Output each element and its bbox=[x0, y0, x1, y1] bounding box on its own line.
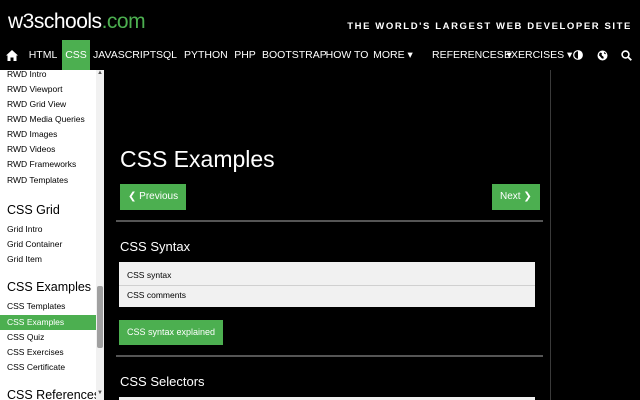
nav-php[interactable]: PHP bbox=[232, 40, 258, 70]
home-icon[interactable] bbox=[0, 40, 24, 70]
nav-css[interactable]: CSS bbox=[62, 40, 90, 70]
site-tagline: THE WORLD'S LARGEST WEB DEVELOPER SITE bbox=[347, 21, 632, 32]
sidebar-item-label: CSS Examples bbox=[7, 317, 65, 327]
nav-javascript[interactable]: JAVASCRIPT bbox=[93, 40, 156, 70]
next-button[interactable]: Next ❯ bbox=[492, 184, 540, 210]
main-content: CSS Examples ❮ Previous Next ❯ CSS Synta… bbox=[104, 70, 550, 400]
page-title: CSS Examples bbox=[120, 146, 275, 172]
sidebar-item-css-examples[interactable]: CSS Examples bbox=[0, 315, 96, 330]
logo-suffix: .com bbox=[101, 10, 146, 33]
divider bbox=[116, 220, 543, 222]
sidebar-item-rwd-media-queries[interactable]: RWD Media Queries bbox=[7, 114, 85, 124]
previous-button[interactable]: ❮ Previous bbox=[120, 184, 187, 210]
search-icon[interactable] bbox=[616, 40, 636, 70]
sidebar-heading-css-references: CSS References bbox=[7, 388, 101, 400]
divider bbox=[116, 355, 543, 357]
scroll-up-arrow-icon[interactable]: ▲ bbox=[97, 70, 103, 76]
sidebar-item-rwd-images[interactable]: RWD Images bbox=[7, 129, 57, 139]
sidebar-item-rwd-intro[interactable]: RWD Intro bbox=[7, 70, 47, 79]
sidebar-item-css-templates[interactable]: CSS Templates bbox=[7, 301, 65, 311]
nav-how-to[interactable]: HOW TO bbox=[325, 40, 369, 70]
sidebar-heading-css-examples: CSS Examples bbox=[7, 280, 92, 294]
nav-python[interactable]: PYTHON bbox=[184, 40, 228, 70]
sidebar-item-css-certificate[interactable]: CSS Certificate bbox=[7, 362, 65, 372]
top-header: w3schools.com THE WORLD'S LARGEST WEB DE… bbox=[0, 0, 640, 40]
example-list-panel: CSS syntax CSS comments bbox=[119, 262, 535, 307]
nav-sql[interactable]: SQL bbox=[153, 40, 180, 70]
site-logo[interactable]: w3schools.com bbox=[8, 10, 146, 34]
sidebar-item-rwd-grid-view[interactable]: RWD Grid View bbox=[7, 99, 66, 109]
example-link-css-comments[interactable]: CSS comments bbox=[119, 286, 535, 304]
sidebar-item-rwd-frameworks[interactable]: RWD Frameworks bbox=[7, 159, 76, 169]
example-link-css-syntax[interactable]: CSS syntax bbox=[119, 266, 535, 284]
right-column bbox=[551, 70, 640, 400]
nav-more[interactable]: MORE ▾ bbox=[373, 40, 413, 70]
scroll-down-arrow-icon[interactable]: ▼ bbox=[97, 390, 103, 396]
sidebar-item-rwd-templates[interactable]: RWD Templates bbox=[7, 175, 68, 185]
sidebar-item-rwd-viewport[interactable]: RWD Viewport bbox=[7, 84, 62, 94]
css-syntax-explained-button[interactable]: CSS syntax explained bbox=[119, 320, 224, 345]
sidebar-heading-css-grid: CSS Grid bbox=[7, 203, 60, 217]
section-title-css-selectors: CSS Selectors bbox=[120, 374, 205, 389]
sidebar-scrollbar[interactable] bbox=[96, 70, 104, 400]
sidebar-item-grid-intro[interactable]: Grid Intro bbox=[7, 224, 42, 234]
main-navbar: HTML CSS JAVASCRIPT SQL PYTHON PHP BOOTS… bbox=[0, 40, 640, 70]
globe-icon[interactable] bbox=[592, 40, 612, 70]
nav-bootstrap[interactable]: BOOTSTRAP bbox=[262, 40, 327, 70]
nav-exercises[interactable]: EXERCISES ▾ bbox=[504, 40, 572, 70]
sidebar-item-css-quiz[interactable]: CSS Quiz bbox=[7, 332, 44, 342]
sidebar-item-rwd-videos[interactable]: RWD Videos bbox=[7, 144, 55, 154]
sidebar-item-grid-item[interactable]: Grid Item bbox=[7, 254, 42, 264]
contrast-icon[interactable] bbox=[568, 40, 588, 70]
logo-main: w3schools bbox=[8, 10, 102, 33]
sidebar-item-css-exercises[interactable]: CSS Exercises bbox=[7, 347, 64, 357]
left-sidebar: RWD Intro RWD Viewport RWD Grid View RWD… bbox=[0, 70, 104, 400]
sidebar-item-grid-container[interactable]: Grid Container bbox=[7, 239, 62, 249]
nav-references[interactable]: REFERENCES ▾ bbox=[432, 40, 512, 70]
nav-html[interactable]: HTML bbox=[26, 40, 60, 70]
sidebar-scroll-thumb[interactable] bbox=[97, 286, 103, 348]
section-title-css-syntax: CSS Syntax bbox=[120, 239, 191, 254]
